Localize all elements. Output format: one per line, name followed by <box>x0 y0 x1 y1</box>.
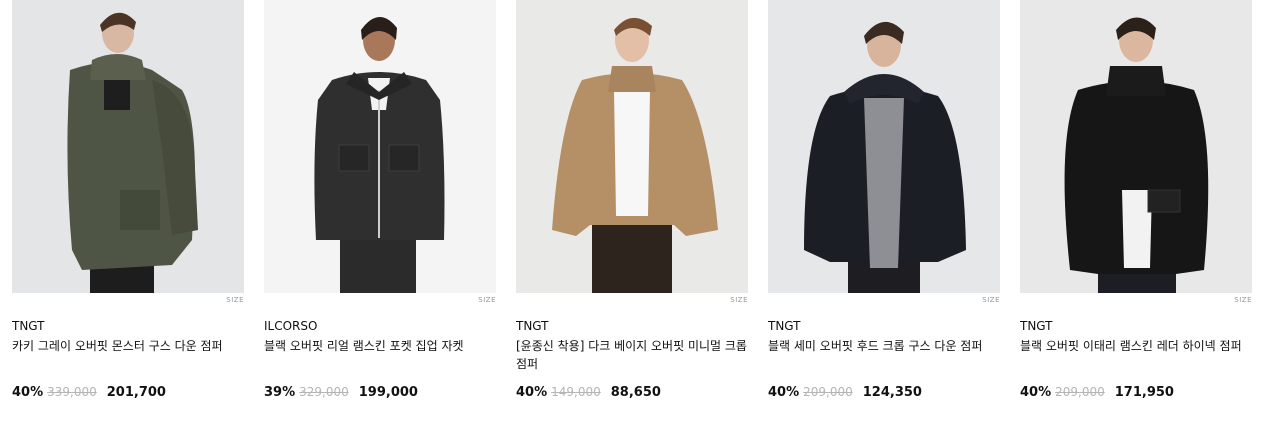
product-brand[interactable]: TNGT <box>516 318 748 334</box>
discount-rate: 40% <box>516 385 548 400</box>
discount-rate: 39% <box>264 385 296 400</box>
product-brand[interactable]: ILCORSO <box>264 318 496 334</box>
product-grid: SIZE TNGT 카키 그레이 오버핏 몬스터 구스 다운 점퍼 40% 33… <box>12 0 1252 401</box>
product-card[interactable]: SIZE TNGT 블랙 세미 오버핏 후드 크롭 구스 다운 점퍼 40% 2… <box>768 0 1000 401</box>
price-row: 39% 329,000 199,000 <box>264 384 496 401</box>
size-tag: SIZE <box>226 296 244 304</box>
product-name[interactable]: 블랙 오버핏 리얼 램스킨 포켓 집업 자켓 <box>264 337 496 373</box>
product-name[interactable]: 카키 그레이 오버핏 몬스터 구스 다운 점퍼 <box>12 337 244 373</box>
size-tag: SIZE <box>478 296 496 304</box>
product-brand[interactable]: TNGT <box>768 318 1000 334</box>
discount-rate: 40% <box>12 385 44 400</box>
original-price: 329,000 <box>299 385 349 399</box>
price-row: 40% 339,000 201,700 <box>12 384 244 401</box>
discount-rate: 40% <box>768 385 800 400</box>
product-card[interactable]: SIZE TNGT [윤종신 착용] 다크 베이지 오버핏 미니멀 크롭 점퍼 … <box>516 0 748 401</box>
product-brand[interactable]: TNGT <box>12 318 244 334</box>
original-price: 339,000 <box>47 385 97 399</box>
original-price: 209,000 <box>803 385 853 399</box>
product-image[interactable] <box>768 0 1000 293</box>
product-card[interactable]: SIZE TNGT 블랙 오버핏 이태리 램스킨 레더 하이넥 점퍼 40% 2… <box>1020 0 1252 401</box>
sale-price: 199,000 <box>358 385 418 400</box>
size-tag: SIZE <box>982 296 1000 304</box>
product-image[interactable] <box>516 0 748 293</box>
size-tag: SIZE <box>1234 296 1252 304</box>
model-black-hooded-down-illustration <box>768 0 1000 293</box>
product-name[interactable]: 블랙 세미 오버핏 후드 크롭 구스 다운 점퍼 <box>768 337 1000 373</box>
product-card[interactable]: SIZE ILCORSO 블랙 오버핏 리얼 램스킨 포켓 집업 자켓 39% … <box>264 0 496 401</box>
model-black-leather-highneck-illustration <box>1020 0 1252 293</box>
price-row: 40% 209,000 124,350 <box>768 384 1000 401</box>
discount-rate: 40% <box>1020 385 1052 400</box>
original-price: 149,000 <box>551 385 601 399</box>
sale-price: 171,950 <box>1114 385 1174 400</box>
model-black-leather-jacket-illustration <box>264 0 496 293</box>
sale-price: 124,350 <box>862 385 922 400</box>
size-tag: SIZE <box>730 296 748 304</box>
product-image[interactable] <box>1020 0 1252 293</box>
product-image[interactable] <box>264 0 496 293</box>
sale-price: 88,650 <box>610 385 661 400</box>
product-name[interactable]: [윤종신 착용] 다크 베이지 오버핏 미니멀 크롭 점퍼 <box>516 337 748 373</box>
sale-price: 201,700 <box>106 385 166 400</box>
model-beige-crop-jumper-illustration <box>516 0 748 293</box>
product-name[interactable]: 블랙 오버핏 이태리 램스킨 레더 하이넥 점퍼 <box>1020 337 1252 373</box>
price-row: 40% 209,000 171,950 <box>1020 384 1252 401</box>
price-row: 40% 149,000 88,650 <box>516 384 748 401</box>
original-price: 209,000 <box>1055 385 1105 399</box>
product-brand[interactable]: TNGT <box>1020 318 1252 334</box>
model-khaki-parka-illustration <box>12 0 244 293</box>
product-image[interactable] <box>12 0 244 293</box>
product-card[interactable]: SIZE TNGT 카키 그레이 오버핏 몬스터 구스 다운 점퍼 40% 33… <box>12 0 244 401</box>
